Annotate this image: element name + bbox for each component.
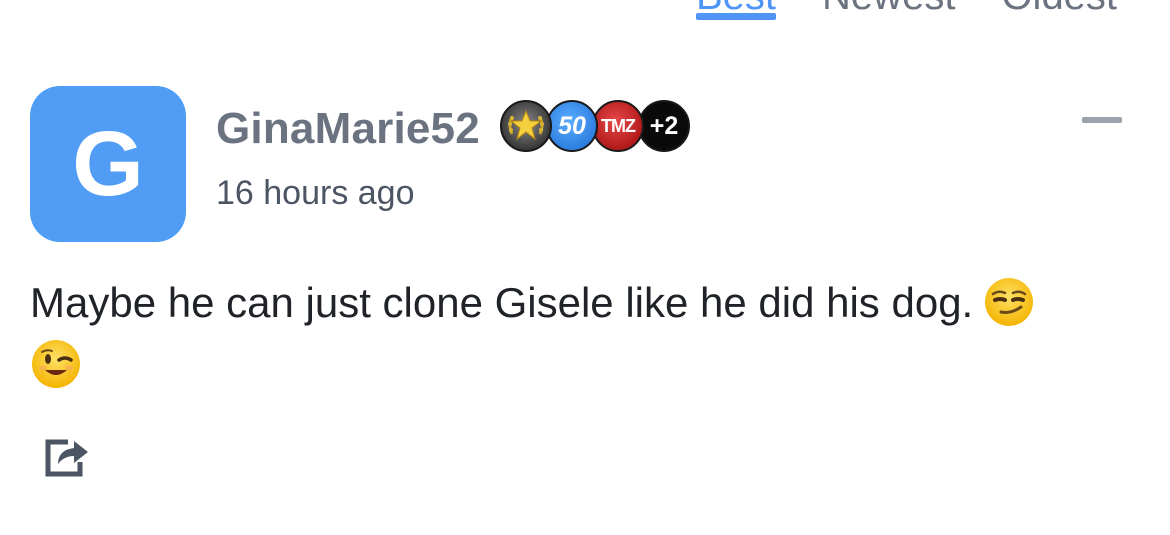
- more-badges-icon[interactable]: +2: [638, 100, 690, 152]
- comment-timestamp: 16 hours ago: [216, 174, 415, 212]
- tmz-badge-icon: TMZ: [592, 100, 644, 152]
- fifty-badge-label: 50: [558, 111, 586, 140]
- more-badges-label: +2: [649, 111, 679, 140]
- tmz-badge-label: TMZ: [601, 115, 636, 136]
- tab-oldest[interactable]: Oldest: [1001, 0, 1117, 18]
- comment-body: Maybe he can just clone Gisele like he d…: [30, 272, 1140, 396]
- star-laurel-badge-icon: [500, 100, 552, 152]
- comment-text: Maybe he can just clone Gisele like he d…: [30, 279, 974, 326]
- share-icon: [45, 439, 88, 477]
- smirking-face-icon: [985, 277, 1034, 326]
- avatar[interactable]: G: [30, 86, 186, 242]
- collapse-minus-icon[interactable]: [1080, 104, 1124, 134]
- sort-tabs: Best Newest Oldest: [696, 0, 1117, 20]
- tab-best[interactable]: Best: [696, 0, 777, 20]
- comment-page: Best Newest Oldest G GinaMarie52 50 TM: [0, 0, 1170, 535]
- winking-face-icon: [32, 339, 80, 388]
- tab-newest[interactable]: Newest: [822, 0, 955, 18]
- username[interactable]: GinaMarie52: [216, 104, 480, 154]
- fifty-badge-icon: 50: [546, 100, 598, 152]
- share-button[interactable]: [42, 432, 94, 480]
- user-badges[interactable]: 50 TMZ +2: [500, 98, 690, 154]
